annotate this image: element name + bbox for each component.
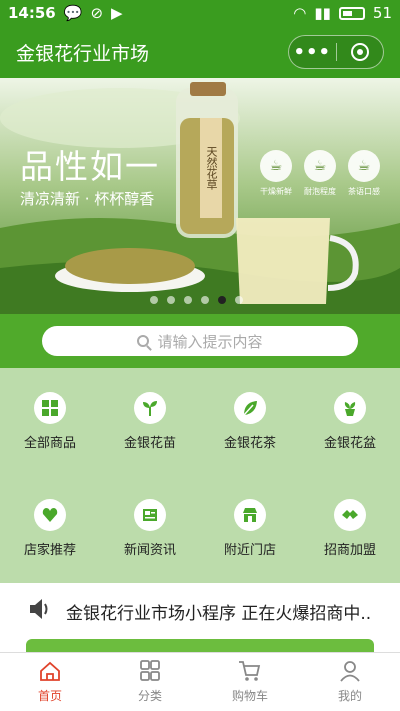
banner-subline: 清凉清新 · 杯杯醇香 <box>20 190 155 208</box>
search-band: 请输入提示内容 <box>0 314 400 368</box>
tab-category[interactable]: 分类 <box>100 653 200 711</box>
play-icon: ▶ <box>111 4 123 22</box>
announcement-text: 金银花行业市场小程序 正在火爆招商中... <box>66 603 372 624</box>
app-header: 金银花行业市场 ••• <box>0 26 400 78</box>
category-item[interactable]: 招商加盟 <box>300 475 400 582</box>
banner-carousel[interactable]: 天然花草 品性如一 清凉清新 · 杯杯醇香 ☕ 干燥新鲜 ☕ 耐泡程度 ☕ 茶语口感 <box>0 78 400 314</box>
carousel-indicators <box>150 296 243 304</box>
category-label: 招商加盟 <box>323 543 376 558</box>
tab-label: 首页 <box>37 689 62 703</box>
promo-strip <box>26 639 374 653</box>
search-input[interactable]: 请输入提示内容 <box>42 326 358 356</box>
grid-icon <box>34 392 66 424</box>
carousel-dot[interactable] <box>218 296 226 304</box>
tab-label: 分类 <box>137 689 162 703</box>
newspaper-icon <box>134 499 166 531</box>
category-label: 全部商品 <box>23 436 76 451</box>
target-icon <box>350 43 369 61</box>
banner-badges: ☕ 干燥新鲜 ☕ 耐泡程度 ☕ 茶语口感 <box>260 150 380 197</box>
message-icon: 💬 <box>63 4 83 22</box>
badge-label: 耐泡程度 <box>304 187 336 196</box>
category-item[interactable]: 店家推荐 <box>0 475 100 582</box>
wifi-icon: ◠ <box>293 4 307 22</box>
tea-cup-icon: ☕ <box>260 150 292 182</box>
carousel-dot[interactable] <box>150 296 158 304</box>
speaker-icon <box>28 596 50 626</box>
category-item[interactable]: 新闻资讯 <box>100 475 200 582</box>
dnd-icon: ⊘ <box>90 4 104 22</box>
category-item[interactable]: 全部商品 <box>0 368 100 475</box>
heart-icon <box>34 499 66 531</box>
category-item[interactable]: 附近门店 <box>200 475 300 582</box>
battery-level: 51 <box>372 4 392 22</box>
handshake-icon <box>334 499 366 531</box>
tea-cup-icon: ☕ <box>348 150 380 182</box>
home-icon <box>38 660 62 687</box>
category-label: 店家推荐 <box>23 543 76 558</box>
search-icon <box>137 335 150 347</box>
tab-label: 购物车 <box>231 689 268 703</box>
category-item[interactable]: 金银花茶 <box>200 368 300 475</box>
bottle-label: 天然花草 <box>200 118 222 218</box>
tab-user[interactable]: 我的 <box>300 653 400 711</box>
battery-icon <box>338 6 365 20</box>
category-item[interactable]: 金银花盆 <box>300 368 400 475</box>
bottom-tab-bar: 首页 分类 购物车 我的 <box>0 652 400 711</box>
category-icon <box>138 660 162 687</box>
category-grid: 全部商品 金银花苗 金银花茶 金银花盆店家推荐 新闻资讯 附近门店 招商加盟 <box>0 368 400 583</box>
status-time: 14:56 <box>8 4 56 22</box>
badge-label: 干燥新鲜 <box>260 187 292 196</box>
miniprogram-capsule: ••• <box>288 35 384 69</box>
category-label: 金银花盆 <box>323 436 376 451</box>
badge-label: 茶语口感 <box>348 187 380 196</box>
store-icon <box>234 499 266 531</box>
more-menu-button[interactable]: ••• <box>289 42 336 63</box>
badge-item: ☕ 干燥新鲜 <box>260 150 292 197</box>
category-label: 新闻资讯 <box>123 543 176 558</box>
tab-cart[interactable]: 购物车 <box>200 653 300 711</box>
carousel-dot[interactable] <box>235 296 243 304</box>
banner-headline: 品性如一 <box>20 147 160 186</box>
category-label: 附近门店 <box>223 543 276 558</box>
potted-plant-icon <box>334 392 366 424</box>
tea-cup-icon: ☕ <box>304 150 336 182</box>
close-miniprogram-button[interactable] <box>337 43 384 61</box>
cart-icon <box>238 660 262 687</box>
page-title: 金银花行业市场 <box>16 42 150 65</box>
announcement-bar[interactable]: 金银花行业市场小程序 正在火爆招商中... <box>0 583 400 639</box>
search-placeholder: 请输入提示内容 <box>157 332 263 351</box>
user-icon <box>338 660 362 687</box>
signal-icon: ▮▮ <box>314 4 331 22</box>
badge-item: ☕ 茶语口感 <box>348 150 380 197</box>
category-label: 金银花茶 <box>223 436 276 451</box>
status-bar: 14:56 💬 ⊘ ▶ ◠ ▮▮ 51 <box>0 0 400 26</box>
badge-item: ☕ 耐泡程度 <box>304 150 336 197</box>
category-label: 金银花苗 <box>123 436 176 451</box>
carousel-dot[interactable] <box>167 296 175 304</box>
carousel-dot[interactable] <box>201 296 209 304</box>
seedling-icon <box>134 392 166 424</box>
tea-leaf-icon <box>234 392 266 424</box>
tab-home[interactable]: 首页 <box>0 653 100 711</box>
category-item[interactable]: 金银花苗 <box>100 368 200 475</box>
carousel-dot[interactable] <box>184 296 192 304</box>
tab-label: 我的 <box>337 689 362 703</box>
